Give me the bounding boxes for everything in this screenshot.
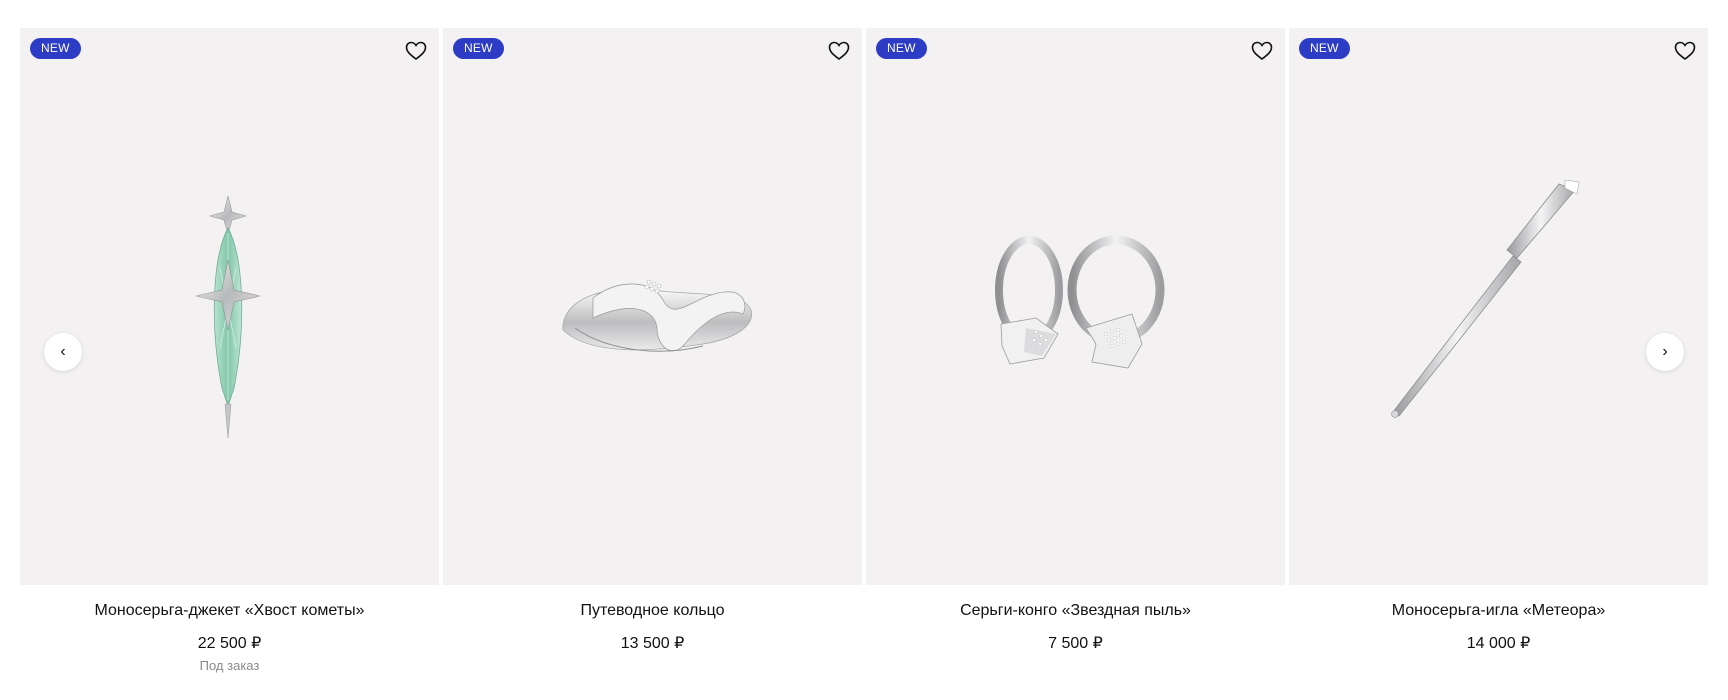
- product-card[interactable]: NEW Моносерьга-джекет «Хвост кометы» 22 …: [20, 28, 439, 674]
- product-title[interactable]: Серьги-конго «Звездная пыль»: [866, 601, 1285, 621]
- new-badge: NEW: [453, 38, 504, 59]
- product-title[interactable]: Моносерьга-игла «Метеора»: [1289, 601, 1708, 621]
- product-price: 13 500 ₽: [620, 635, 685, 652]
- new-badge: NEW: [876, 38, 927, 59]
- product-image[interactable]: NEW: [866, 28, 1285, 585]
- new-badge: NEW: [1299, 38, 1350, 59]
- carousel-next-button[interactable]: ›: [1646, 333, 1684, 371]
- heart-icon[interactable]: [826, 38, 852, 64]
- product-image[interactable]: NEW: [20, 28, 439, 585]
- product-card[interactable]: NEW Путеводное кольцо 13 500 ₽: [443, 28, 862, 654]
- chevron-left-icon: ‹: [60, 343, 66, 360]
- hoop-earrings-image: [995, 235, 1165, 369]
- new-badge: NEW: [30, 38, 81, 59]
- product-title[interactable]: Путеводное кольцо: [443, 601, 862, 621]
- ring-image: [562, 279, 752, 352]
- product-image[interactable]: NEW: [1289, 28, 1708, 585]
- product-card[interactable]: NEW Моносерьга-игла «Метеора» 14 000 ₽: [1289, 28, 1708, 654]
- carousel-prev-button[interactable]: ‹: [44, 333, 82, 371]
- product-card[interactable]: NEW Серьги-конго «Звездная пыль» 7 500 ₽: [866, 28, 1285, 654]
- heart-icon[interactable]: [403, 38, 429, 64]
- heart-icon[interactable]: [1672, 38, 1698, 64]
- availability-note: Под заказ: [199, 658, 260, 673]
- heart-icon[interactable]: [1249, 38, 1275, 64]
- product-price: 22 500 ₽: [197, 635, 262, 652]
- chevron-right-icon: ›: [1662, 343, 1668, 360]
- product-image[interactable]: NEW: [443, 28, 862, 585]
- product-price: 7 500 ₽: [1048, 635, 1103, 652]
- product-price: 14 000 ₽: [1466, 635, 1531, 652]
- product-title[interactable]: Моносерьга-джекет «Хвост кометы»: [20, 601, 439, 621]
- product-carousel: NEW Моносерьга-джекет «Хвост кометы» 22 …: [0, 0, 1728, 700]
- needle-earring-image: [1391, 179, 1580, 418]
- earring-jacket-image: [195, 195, 261, 439]
